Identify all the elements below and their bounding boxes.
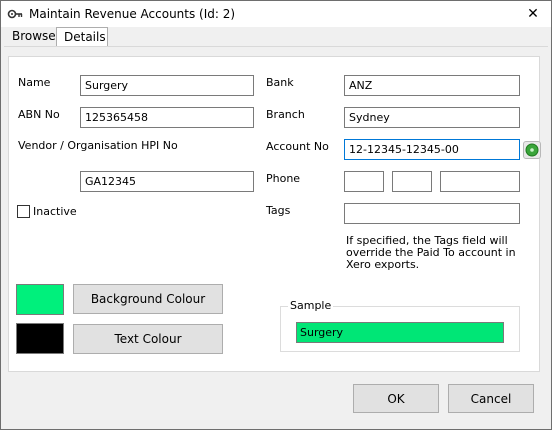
sample-preview: Surgery: [296, 322, 504, 343]
phone-label: Phone: [266, 172, 301, 185]
validate-account-button[interactable]: [523, 141, 541, 159]
inactive-checkbox[interactable]: [17, 205, 30, 218]
key-icon: [7, 6, 23, 22]
vendor-hpi-field[interactable]: GA12345: [80, 171, 254, 192]
tags-label: Tags: [266, 204, 291, 217]
abn-field[interactable]: 125365458: [80, 107, 254, 128]
abn-label: ABN No: [18, 108, 60, 121]
tab-details-label: Details: [64, 30, 106, 44]
title-bar: Maintain Revenue Accounts (Id: 2): [1, 1, 551, 27]
tab-browse[interactable]: Browse: [4, 27, 56, 46]
close-button[interactable]: ✕: [516, 1, 550, 26]
name-label: Name: [18, 76, 51, 89]
window-title: Maintain Revenue Accounts (Id: 2): [29, 7, 236, 21]
tab-divider: [4, 46, 548, 47]
branch-field[interactable]: Sydney: [344, 107, 520, 128]
branch-label: Branch: [266, 108, 305, 121]
account-no-field[interactable]: 12-12345-12345-00: [344, 139, 520, 160]
text-colour-button[interactable]: Text Colour: [73, 324, 223, 354]
bank-label: Bank: [266, 76, 294, 89]
tags-field[interactable]: [344, 203, 520, 224]
tags-note: If specified, the Tags field will overri…: [346, 234, 516, 271]
background-colour-swatch: [16, 284, 64, 315]
bank-field[interactable]: ANZ: [344, 75, 520, 96]
close-icon: ✕: [527, 5, 539, 22]
tab-browse-label: Browse: [12, 29, 56, 43]
text-colour-swatch: [16, 323, 64, 354]
tab-details[interactable]: Details: [56, 27, 108, 47]
name-field[interactable]: Surgery: [80, 75, 254, 96]
background-colour-button[interactable]: Background Colour: [73, 284, 223, 314]
ok-button[interactable]: OK: [353, 384, 439, 413]
phone-area-field[interactable]: [344, 171, 384, 192]
phone-prefix-field[interactable]: [392, 171, 432, 192]
account-no-label: Account No: [266, 140, 329, 153]
cancel-button[interactable]: Cancel: [448, 384, 534, 413]
sample-group-title: Sample: [288, 299, 334, 312]
phone-number-field[interactable]: [440, 171, 520, 192]
inactive-label: Inactive: [33, 205, 77, 218]
vendor-hpi-label: Vendor / Organisation HPI No: [18, 139, 178, 152]
